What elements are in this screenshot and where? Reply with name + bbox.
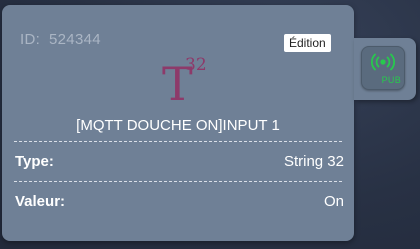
variable-card: ID: 524344 Édition T 32 [MQTT DOUCHE ON]…	[2, 5, 354, 241]
publish-button[interactable]: PUB	[361, 46, 405, 90]
id-value: 524344	[49, 31, 101, 48]
value-value: On	[323, 193, 344, 210]
value-label: Valeur:	[15, 193, 66, 210]
type-label: Type:	[15, 153, 54, 170]
broadcast-icon	[371, 53, 395, 71]
divider	[14, 181, 342, 182]
type-value: String 32	[283, 153, 344, 170]
publish-label: PUB	[381, 75, 401, 85]
variable-name: [MQTT DOUCHE ON]INPUT 1	[76, 117, 280, 134]
id-line: ID: 524344	[20, 31, 101, 48]
page: ID: 524344 Édition T 32 [MQTT DOUCHE ON]…	[0, 0, 420, 249]
publish-panel: PUB	[354, 38, 416, 100]
id-label: ID:	[20, 31, 41, 48]
type-size-superscript: 32	[185, 55, 207, 75]
edit-button[interactable]: Édition	[284, 34, 331, 52]
divider	[14, 141, 342, 142]
